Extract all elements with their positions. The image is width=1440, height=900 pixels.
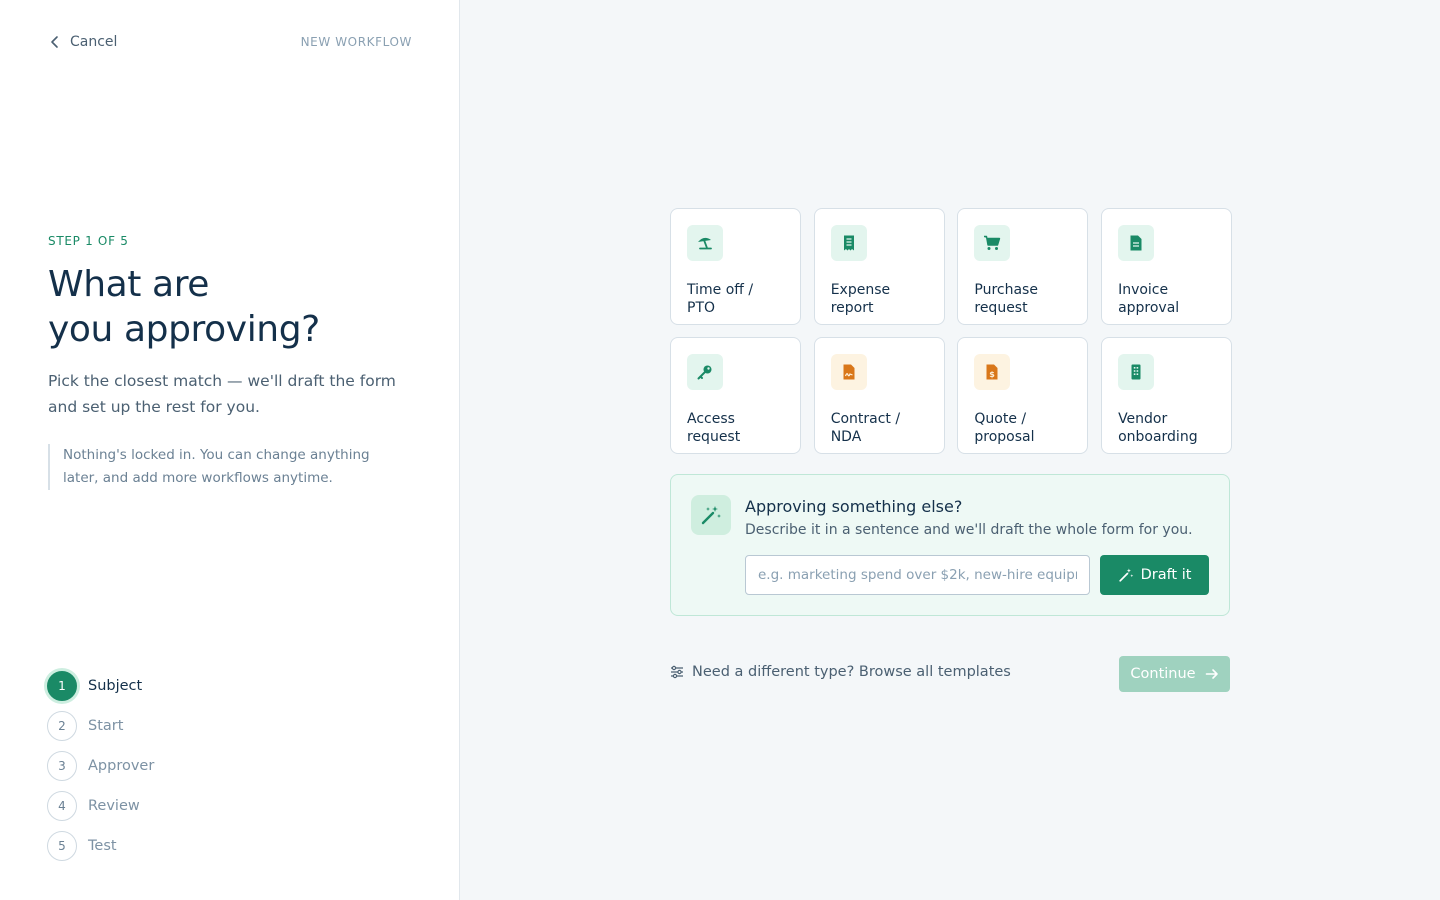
building-icon [1118, 354, 1155, 390]
magic-wand-icon [691, 495, 731, 535]
dollar-document-icon: $ [974, 354, 1011, 390]
chevron-left-icon [51, 36, 58, 48]
template-label: Access request [687, 411, 741, 445]
template-label: Purchase request [974, 282, 1038, 316]
template-card-invoice[interactable]: Invoice approval [1101, 208, 1233, 325]
step-label: Subject [88, 678, 143, 694]
contract-signature-icon [830, 354, 867, 390]
step-label: Review [88, 798, 140, 814]
cancel-button[interactable]: Cancel [48, 34, 117, 50]
step-approver[interactable]: 3 Approver [47, 751, 267, 781]
step-test[interactable]: 5 Test [47, 831, 267, 861]
step-label: Approver [88, 758, 155, 774]
context-label: NEW WORKFLOW [300, 35, 412, 49]
document-icon [1118, 225, 1155, 261]
key-icon [687, 354, 723, 390]
template-label: Time off / PTO [687, 282, 754, 316]
template-card-contract[interactable]: Contract / NDA [813, 337, 945, 454]
workflow-description-input[interactable] [745, 555, 1090, 595]
template-label: Quote / proposal [974, 411, 1035, 445]
sliders-icon [671, 665, 683, 679]
template-label: Contract / NDA [830, 411, 901, 445]
template-label: Vendor onboarding [1118, 411, 1198, 445]
continue-button[interactable]: Continue [1119, 656, 1230, 692]
continue-label: Continue [1130, 666, 1196, 682]
step-number: 1 [47, 671, 77, 701]
page-title: What are you approving? [48, 262, 388, 352]
template-card-access[interactable]: Access request [670, 337, 801, 454]
receipt-icon [830, 225, 867, 261]
template-card-vendor[interactable]: Vendor onboarding [1101, 337, 1233, 454]
ai-draft-panel: Approving something else? Describe it in… [670, 474, 1230, 616]
step-start[interactable]: 2 Start [47, 711, 267, 741]
browse-templates-label: Need a different type? Browse all templa… [692, 664, 1011, 680]
template-label: Expense report [830, 282, 891, 316]
step-subject[interactable]: 1 Subject [47, 671, 267, 701]
template-label: Invoice approval [1118, 282, 1180, 316]
step-review[interactable]: 4 Review [47, 791, 267, 821]
page-title-line-2: you approving? [48, 309, 320, 350]
template-card-time-off[interactable]: Time off / PTO [670, 208, 801, 325]
svg-text:$: $ [990, 370, 996, 379]
template-card-quote[interactable]: $ Quote / proposal [957, 337, 1089, 454]
step-label: Test [88, 838, 117, 854]
step-number: 2 [47, 711, 77, 741]
progress-stepper: 1 Subject 2 Start 3 Approver 4 Review 5 … [47, 671, 267, 871]
step-label: Start [88, 718, 124, 734]
browse-templates-link[interactable]: Need a different type? Browse all templa… [670, 664, 1011, 680]
template-grid: Time off / PTO Expense report Purchase r… [670, 208, 1233, 454]
arrow-right-icon [1205, 669, 1218, 679]
step-number: 5 [47, 831, 77, 861]
step-number: 4 [47, 791, 77, 821]
page-title-line-1: What are [48, 264, 210, 305]
cancel-label: Cancel [70, 34, 118, 50]
ai-draft-subtitle: Describe it in a sentence and we'll draf… [745, 522, 1193, 538]
ai-draft-title: Approving something else? [745, 497, 963, 516]
step-number: 3 [47, 751, 77, 781]
template-card-purchase[interactable]: Purchase request [957, 208, 1089, 325]
draft-it-label: Draft it [1140, 567, 1192, 583]
left-panel: Cancel NEW WORKFLOW STEP 1 OF 5 What are… [0, 0, 460, 900]
magic-wand-icon [1118, 568, 1133, 582]
beach-umbrella-icon [687, 225, 723, 261]
draft-it-button[interactable]: Draft it [1100, 555, 1209, 595]
step-indicator: STEP 1 OF 5 [48, 234, 129, 248]
shopping-cart-icon [974, 225, 1011, 261]
top-bar: Cancel NEW WORKFLOW [48, 32, 412, 52]
reassurance-note: Nothing's locked in. You can change anyt… [48, 444, 388, 490]
template-card-expense[interactable]: Expense report [813, 208, 945, 325]
intro-description: Pick the closest match — we'll draft the… [48, 372, 396, 416]
